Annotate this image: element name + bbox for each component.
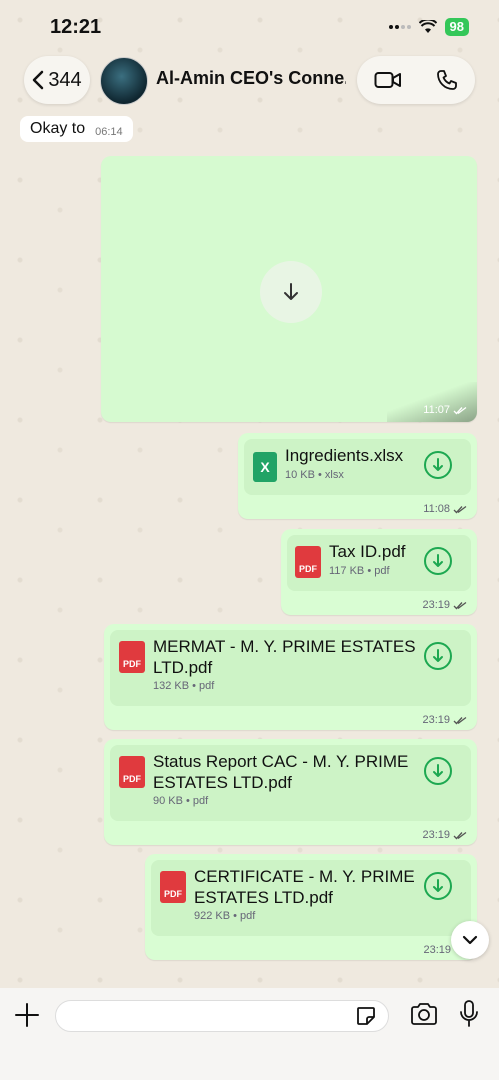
document-download-button[interactable]: [424, 872, 452, 900]
document-card[interactable]: PDF MERMAT - M. Y. PRIME ESTATES LTD.pdf…: [110, 630, 471, 706]
battery-icon: 98: [444, 18, 469, 36]
document-time: 23:19: [422, 829, 467, 841]
document-meta: 117 KB • pdf: [329, 565, 390, 577]
document-meta: 922 KB • pdf: [194, 910, 256, 922]
pdf-file-icon: PDF: [119, 641, 145, 673]
read-receipt-icon: [453, 505, 467, 513]
media-download-button[interactable]: [260, 261, 322, 323]
chat-title[interactable]: Al-Amin CEO's Conne...: [156, 68, 346, 89]
phone-call-icon[interactable]: [436, 69, 458, 91]
message-time: 06:14: [95, 126, 123, 138]
document-name-line1: Status Report CAC - M. Y. PRIME: [153, 752, 409, 771]
document-meta: 132 KB • pdf: [153, 680, 215, 692]
document-message[interactable]: PDF Tax ID.pdf 117 KB • pdf 23:19: [281, 529, 477, 615]
document-download-button[interactable]: [424, 451, 452, 479]
chat-header: 344 Al-Amin CEO's Conne...: [0, 56, 499, 108]
message-composer: [0, 988, 499, 1080]
document-name-line2: LTD.pdf: [153, 658, 213, 677]
document-time-text: 23:19: [422, 829, 450, 841]
document-name-line1: MERMAT - M. Y. PRIME ESTATES: [153, 637, 416, 656]
status-icons: 98: [388, 18, 469, 36]
document-time-text: 23:19: [422, 714, 450, 726]
document-download-button[interactable]: [424, 547, 452, 575]
arrow-down-icon: [433, 458, 443, 471]
message-text: Okay to: [30, 120, 86, 137]
arrow-down-icon: [433, 764, 443, 777]
read-receipt-icon: [453, 406, 467, 414]
status-bar: 12:21 98: [0, 0, 499, 56]
document-message[interactable]: PDF Status Report CAC - M. Y. PRIME ESTA…: [104, 739, 477, 845]
incoming-message[interactable]: Okay to 06:14: [20, 116, 133, 142]
document-name-line2: ESTATES LTD.pdf: [194, 888, 333, 907]
document-name-line1: CERTIFICATE - M. Y. PRIME: [194, 867, 415, 886]
document-name: Ingredients.xlsx: [285, 446, 404, 465]
document-download-button[interactable]: [424, 757, 452, 785]
document-message[interactable]: PDF CERTIFICATE - M. Y. PRIME ESTATES LT…: [145, 854, 477, 960]
document-time: 23:19: [422, 714, 467, 726]
document-card[interactable]: PDF CERTIFICATE - M. Y. PRIME ESTATES LT…: [151, 860, 471, 936]
chevron-left-icon: [33, 70, 44, 90]
document-time: 23:19: [423, 944, 451, 956]
document-name: Tax ID.pdf: [329, 542, 406, 561]
wifi-icon: [418, 20, 437, 33]
document-time: 23:19: [422, 599, 467, 611]
microphone-icon[interactable]: [460, 1000, 478, 1028]
arrow-down-icon: [433, 554, 443, 567]
chat-avatar[interactable]: [100, 57, 148, 105]
document-card[interactable]: X Ingredients.xlsx 10 KB • xlsx: [244, 439, 471, 495]
document-card[interactable]: PDF Status Report CAC - M. Y. PRIME ESTA…: [110, 745, 471, 821]
unread-count: 344: [48, 68, 82, 91]
read-receipt-icon: [453, 716, 467, 724]
document-time-text: 23:19: [422, 599, 450, 611]
media-gradient: [387, 382, 477, 422]
document-time-text: 11:08: [423, 503, 450, 515]
document-name-line2: ESTATES LTD.pdf: [153, 773, 292, 792]
document-message[interactable]: X Ingredients.xlsx 10 KB • xlsx 11:08: [238, 433, 477, 519]
document-message[interactable]: PDF MERMAT - M. Y. PRIME ESTATES LTD.pdf…: [104, 624, 477, 730]
arrow-down-icon: [433, 649, 443, 662]
back-button[interactable]: 344: [24, 56, 90, 104]
chevron-down-icon: [462, 935, 478, 945]
scroll-to-bottom-button[interactable]: [451, 921, 489, 959]
media-message[interactable]: 11:07: [101, 156, 477, 422]
plus-icon[interactable]: [14, 1002, 40, 1028]
arrow-down-icon: [284, 283, 298, 300]
document-meta: 90 KB • pdf: [153, 795, 209, 807]
read-receipt-icon: [453, 601, 467, 609]
document-time: 11:08: [423, 503, 467, 515]
read-receipt-icon: [453, 831, 467, 839]
document-meta: 10 KB • xlsx: [285, 469, 344, 481]
arrow-down-icon: [433, 879, 443, 892]
media-time-text: 11:07: [423, 404, 450, 416]
excel-file-icon: X: [253, 452, 277, 482]
call-actions: [357, 56, 475, 104]
media-time: 11:07: [423, 404, 467, 416]
video-call-icon[interactable]: [374, 70, 402, 90]
pdf-file-icon: PDF: [295, 546, 321, 578]
document-download-button[interactable]: [424, 642, 452, 670]
pdf-file-icon: PDF: [119, 756, 145, 788]
camera-icon[interactable]: [410, 1002, 438, 1026]
cellular-signal-icon: [388, 25, 411, 29]
pdf-file-icon: PDF: [160, 871, 186, 903]
document-card[interactable]: PDF Tax ID.pdf 117 KB • pdf: [287, 535, 471, 591]
message-input[interactable]: [55, 1000, 389, 1032]
document-time-text: 23:19: [423, 944, 451, 956]
sticker-icon[interactable]: [356, 1006, 376, 1026]
status-time: 12:21: [50, 16, 102, 38]
